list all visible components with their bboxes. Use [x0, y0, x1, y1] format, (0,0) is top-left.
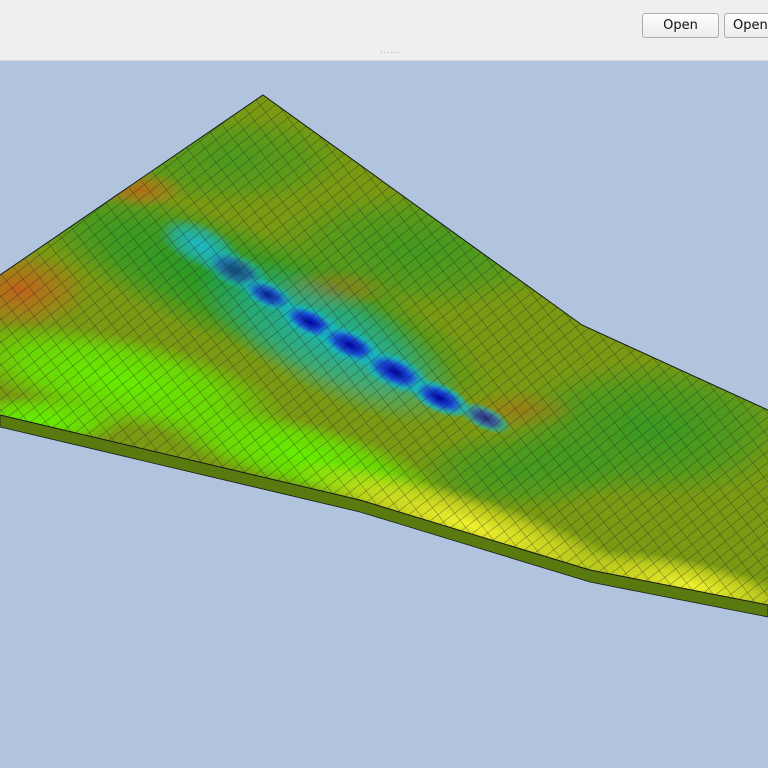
3d-viewport[interactable]	[0, 61, 768, 768]
toolbar: Open Open ......	[0, 0, 768, 61]
open-second-button[interactable]: Open	[724, 13, 768, 38]
fea-mesh-surface	[0, 94, 768, 618]
splitter-handle[interactable]: ......	[380, 47, 401, 55]
open-button[interactable]: Open	[642, 13, 719, 38]
